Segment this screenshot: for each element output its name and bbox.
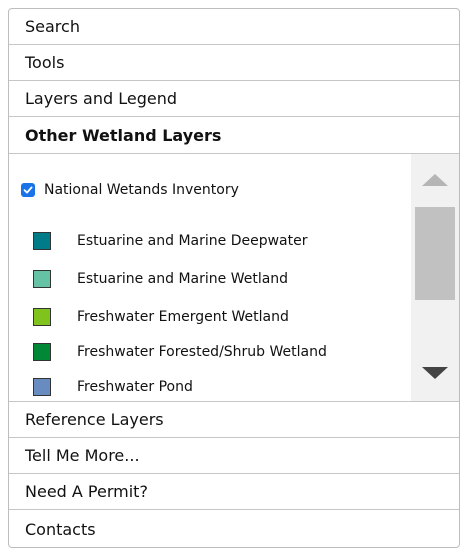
accordion-search-label: Search (25, 17, 80, 36)
accordion-tell-me-more-label: Tell Me More... (25, 446, 140, 465)
accordion-tools-label: Tools (25, 53, 65, 72)
accordion-other-wetland-layers[interactable]: Other Wetland Layers (9, 118, 459, 154)
accordion-contacts[interactable]: Contacts (9, 511, 459, 547)
legend-item: Estuarine and Marine Deepwater (33, 232, 307, 250)
accordion-layers-and-legend[interactable]: Layers and Legend (9, 81, 459, 117)
layer-list: National Wetands Inventory Estuarine and… (9, 154, 411, 401)
scroll-down-button[interactable] (411, 347, 459, 399)
checkmark-icon (23, 186, 33, 194)
accordion-reference-layers[interactable]: Reference Layers (9, 402, 459, 438)
legend-swatch (33, 308, 51, 326)
legend-label: Estuarine and Marine Wetland (77, 271, 289, 287)
scrollbar[interactable] (411, 154, 459, 401)
legend-label: Freshwater Forested/Shrub Wetland (77, 344, 327, 360)
legend-label: Estuarine and Marine Deepwater (77, 233, 308, 249)
other-wetland-layers-content: National Wetands Inventory Estuarine and… (9, 154, 459, 402)
accordion-need-a-permit[interactable]: Need A Permit? (9, 474, 459, 510)
legend-swatch (33, 378, 51, 396)
nwi-checkbox[interactable] (21, 183, 35, 197)
legend-swatch (33, 343, 51, 361)
triangle-down-icon (422, 367, 448, 379)
legend-item: Estuarine and Marine Wetland (33, 270, 288, 288)
nwi-layer-toggle[interactable]: National Wetands Inventory (21, 182, 239, 198)
legend-item: Freshwater Pond (33, 378, 193, 396)
scroll-thumb[interactable] (415, 207, 455, 300)
legend-item: Freshwater Emergent Wetland (33, 308, 289, 326)
accordion-contacts-label: Contacts (25, 519, 96, 539)
wetland-accordion-panel: Search Tools Layers and Legend Other Wet… (8, 8, 460, 548)
accordion-tell-me-more[interactable]: Tell Me More... (9, 438, 459, 474)
legend-swatch (33, 270, 51, 288)
legend-label: Freshwater Pond (77, 379, 193, 395)
accordion-search[interactable]: Search (9, 9, 459, 45)
scroll-up-button[interactable] (411, 154, 459, 206)
legend-item: Freshwater Forested/Shrub Wetland (33, 343, 327, 361)
accordion-need-permit-label: Need A Permit? (25, 482, 148, 501)
accordion-reference-label: Reference Layers (25, 410, 164, 429)
accordion-tools[interactable]: Tools (9, 45, 459, 81)
accordion-layers-label: Layers and Legend (25, 89, 177, 108)
legend-swatch (33, 232, 51, 250)
nwi-label: National Wetands Inventory (44, 182, 239, 198)
legend-label: Freshwater Emergent Wetland (77, 309, 289, 325)
accordion-other-wetland-label: Other Wetland Layers (25, 126, 222, 145)
triangle-up-icon (422, 174, 448, 186)
